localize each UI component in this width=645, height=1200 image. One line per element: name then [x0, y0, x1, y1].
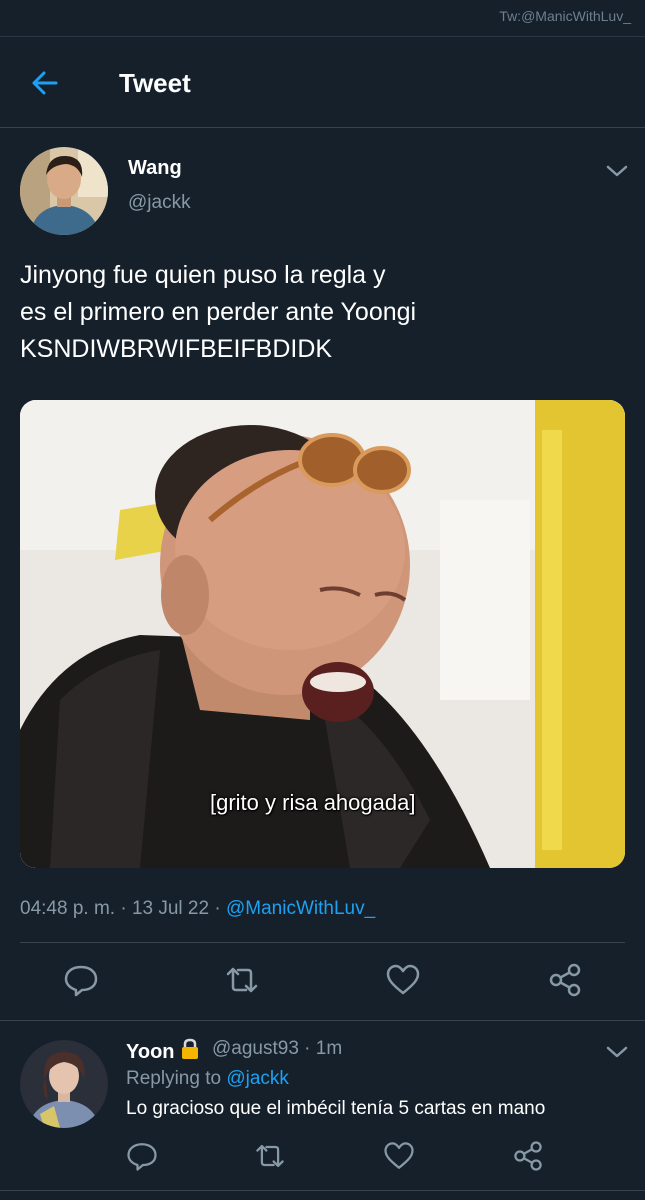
share-icon — [514, 1141, 542, 1171]
tweet-text-line: es el primero en perder ante Yoongi — [20, 298, 417, 326]
reply-retweet-button[interactable] — [252, 1138, 288, 1174]
reply-text: Lo gracioso que el imbécil tenía 5 carta… — [126, 1098, 546, 1119]
tweet-text-line: KSNDIWBRWIFBEIFBDIDK — [20, 335, 333, 363]
author-avatar[interactable] — [20, 147, 108, 235]
tweet-via-link[interactable]: @ManicWithLuv_ — [226, 898, 375, 919]
reply-reply-button[interactable] — [124, 1138, 160, 1174]
lock-icon — [182, 1038, 199, 1059]
reply-share-button[interactable] — [510, 1138, 546, 1174]
meta-separator: · — [209, 898, 226, 919]
tweet-media-image[interactable]: [grito y risa ahogada] — [20, 400, 625, 868]
watermark: Tw:@ManicWithLuv_ — [499, 8, 631, 24]
meta-separator: · — [115, 898, 132, 919]
tweet-date: 13 Jul 22 — [131, 898, 210, 919]
like-icon — [384, 1142, 414, 1169]
reply-author-avatar[interactable] — [20, 1040, 108, 1128]
reply-icon — [64, 965, 98, 997]
retweet-icon — [226, 967, 258, 993]
share-button[interactable] — [545, 960, 585, 1000]
replying-to-label: Replying to — [126, 1068, 222, 1089]
replying-to-handle-link[interactable]: @jackk — [226, 1068, 289, 1089]
tweet-options-button[interactable] — [604, 161, 630, 181]
reply-author-name-text: Yoon — [126, 1041, 175, 1063]
chevron-down-icon — [606, 165, 628, 177]
reply-author-name[interactable]: Yoon — [126, 1038, 200, 1064]
tweet-text-line: Jinyong fue quien puso la regla y — [20, 261, 386, 289]
chevron-down-icon — [606, 1046, 628, 1058]
reply-options-button[interactable] — [604, 1042, 630, 1062]
like-button[interactable] — [383, 960, 423, 1000]
reply-button[interactable] — [61, 960, 101, 1000]
retweet-icon — [256, 1144, 284, 1168]
tweet-text: Jinyong fue quien puso la regla y es el … — [20, 257, 620, 368]
actions-divider — [0, 1020, 645, 1021]
back-button[interactable] — [26, 63, 66, 103]
bottom-divider — [0, 1190, 645, 1191]
like-icon — [386, 964, 420, 995]
meta-divider — [20, 942, 625, 943]
reply-author-handle-time[interactable]: @agust93 · 1m — [212, 1038, 342, 1060]
media-subtitle: [grito y risa ahogada] — [210, 790, 416, 815]
retweet-button[interactable] — [222, 960, 262, 1000]
share-icon — [549, 963, 581, 997]
tweet-meta: 04:48 p. m. · 13 Jul 22 · @ManicWithLuv_ — [20, 898, 375, 920]
reply-like-button[interactable] — [381, 1138, 417, 1174]
replying-to: Replying to @jackk — [126, 1068, 289, 1090]
author-name[interactable]: Wang — [128, 157, 182, 180]
reply-icon — [127, 1143, 157, 1171]
app-header: Tweet — [0, 37, 645, 128]
tweet-time: 04:48 p. m. — [20, 898, 116, 919]
author-handle[interactable]: @jackk — [128, 192, 191, 214]
page-title: Tweet — [119, 68, 191, 98]
arrow-left-icon — [32, 71, 58, 95]
